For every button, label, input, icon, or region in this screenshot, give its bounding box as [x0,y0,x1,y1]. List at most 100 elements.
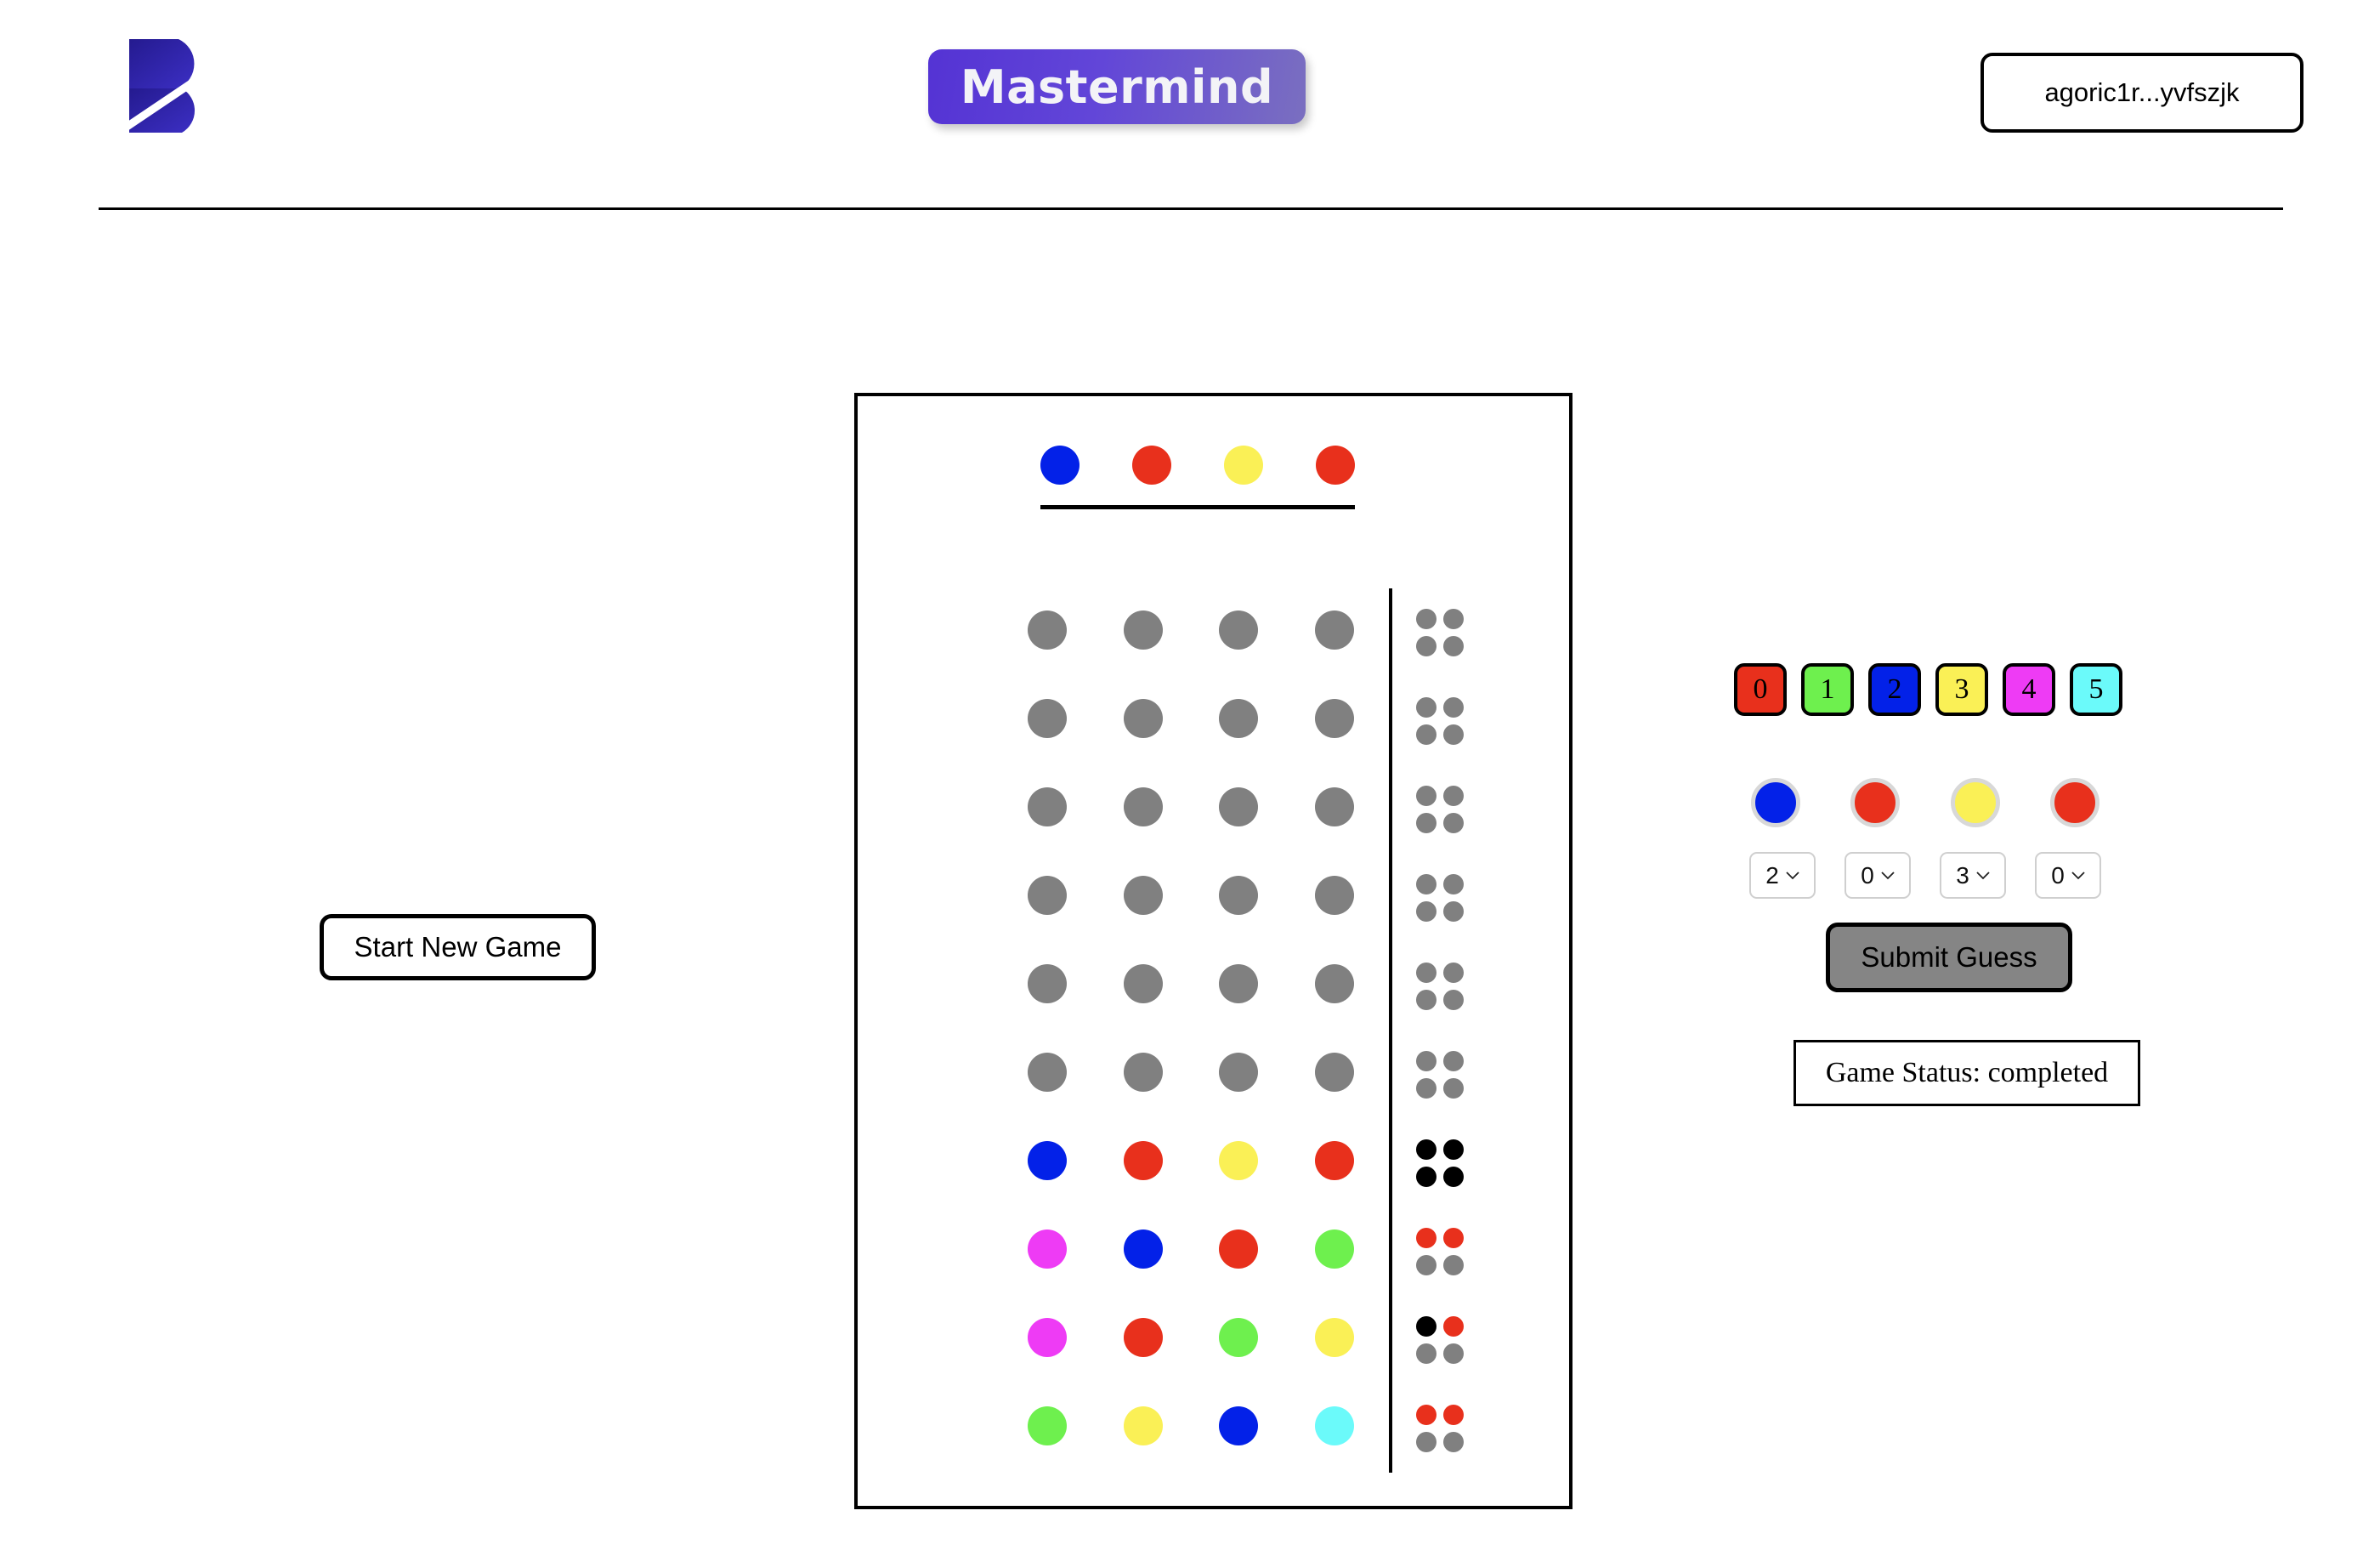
feedback-peg-8-2 [1416,1343,1436,1364]
feedback-peg-4-3 [1443,990,1464,1010]
feedback-peg-1-0 [1416,697,1436,718]
brand-b-logo-icon [126,36,219,136]
feedback-peg-1-2 [1416,724,1436,745]
guess-peg-8-3 [1314,1318,1354,1357]
start-new-game-label: Start New Game [354,931,562,963]
guess-peg-5-3 [1314,1053,1354,1092]
guess-peg-7-0 [1028,1229,1067,1269]
secret-peg-1 [1132,446,1171,485]
color-legend-chip-1[interactable]: 1 [1801,663,1854,716]
guess-peg-3-0 [1028,876,1067,915]
guess-color-select-0[interactable]: 2 [1749,852,1816,899]
guess-row-pegs [1028,699,1354,738]
guess-peg-1-0 [1028,699,1067,738]
guess-color-select-3[interactable]: 0 [2035,852,2101,899]
guess-color-select-value: 0 [1861,861,1874,889]
feedback-pegs [1414,607,1465,658]
color-legend-chip-5[interactable]: 5 [2070,663,2122,716]
start-new-game-button[interactable]: Start New Game [320,914,596,980]
guess-peg-0-1 [1123,610,1163,650]
secret-code-row [1040,443,1355,487]
feedback-peg-3-0 [1416,874,1436,894]
feedback-peg-0-2 [1416,636,1436,656]
guess-peg-7-1 [1123,1229,1163,1269]
guess-peg-3-1 [1123,876,1163,915]
chevron-down-icon [2071,871,2085,879]
feedback-peg-3-2 [1416,901,1436,922]
wallet-address-text: agoric1r...yvfszjk [2044,77,2240,107]
feedback-peg-2-3 [1443,813,1464,833]
guess-peg-4-2 [1219,964,1259,1003]
secret-peg-0 [1040,446,1080,485]
guess-peg-8-2 [1219,1318,1259,1357]
feedback-peg-7-1 [1443,1228,1464,1248]
guess-peg-0-3 [1314,610,1354,650]
feedback-peg-0-1 [1443,609,1464,629]
guess-peg-6-1 [1123,1141,1163,1180]
secret-peg-3 [1316,446,1355,485]
wallet-address-chip[interactable]: agoric1r...yvfszjk [1980,53,2304,133]
guess-row-pegs [1028,1318,1354,1357]
guess-peg-6-2 [1219,1141,1259,1180]
guess-row-pegs [1028,1141,1354,1180]
feedback-peg-9-1 [1443,1405,1464,1425]
guess-peg-9-0 [1028,1406,1067,1445]
guess-row [858,854,1569,942]
guess-peg-1-3 [1314,699,1354,738]
current-guess-peg-2 [1950,778,2000,827]
guess-peg-2-1 [1123,787,1163,826]
guess-peg-7-3 [1314,1229,1354,1269]
current-guess-peg-3 [2049,778,2100,827]
feedback-peg-5-0 [1416,1051,1436,1071]
feedback-pegs [1414,872,1465,923]
current-guess-preview [1751,778,2100,827]
guess-color-select-1[interactable]: 0 [1844,852,1911,899]
guess-peg-0-0 [1028,610,1067,650]
guess-peg-5-1 [1123,1053,1163,1092]
color-legend-chip-4[interactable]: 4 [2003,663,2055,716]
guess-peg-8-0 [1028,1318,1067,1357]
guess-peg-9-1 [1123,1406,1163,1445]
feedback-pegs [1414,1315,1465,1366]
feedback-peg-4-1 [1443,963,1464,983]
chevron-down-icon [1881,871,1895,879]
color-legend-chip-3[interactable]: 3 [1935,663,1988,716]
guess-peg-1-1 [1123,699,1163,738]
guess-row [858,765,1569,854]
guess-peg-4-1 [1123,964,1163,1003]
guess-peg-2-0 [1028,787,1067,826]
secret-code-underline [1040,505,1355,509]
feedback-peg-7-2 [1416,1255,1436,1275]
feedback-peg-2-2 [1416,813,1436,833]
guess-peg-2-3 [1314,787,1354,826]
guess-peg-3-3 [1314,876,1354,915]
feedback-peg-8-1 [1443,1316,1464,1337]
guess-peg-3-2 [1219,876,1259,915]
feedback-peg-4-0 [1416,963,1436,983]
feedback-peg-1-3 [1443,724,1464,745]
game-status-text: Game Status: completed [1825,1057,2109,1088]
app-header: Mastermind agoric1r...yvfszjk [0,0,2380,210]
feedback-peg-4-2 [1416,990,1436,1010]
feedback-peg-2-0 [1416,786,1436,806]
feedback-peg-1-1 [1443,697,1464,718]
guess-row-pegs [1028,964,1354,1003]
feedback-peg-3-3 [1443,901,1464,922]
color-legend: 012345 [1734,663,2122,716]
guess-peg-5-2 [1219,1053,1259,1092]
feedback-pegs [1414,1049,1465,1100]
color-legend-chip-0[interactable]: 0 [1734,663,1787,716]
guess-row [858,1207,1569,1296]
guess-color-select-2[interactable]: 3 [1940,852,2006,899]
current-guess-peg-1 [1850,778,1901,827]
submit-guess-label: Submit Guess [1861,941,2037,973]
guess-row [858,1296,1569,1384]
submit-guess-button[interactable]: Submit Guess [1826,923,2072,992]
guess-peg-7-2 [1219,1229,1259,1269]
guess-peg-0-2 [1219,610,1259,650]
guess-peg-8-1 [1123,1318,1163,1357]
color-legend-chip-2[interactable]: 2 [1868,663,1921,716]
guess-row [858,1031,1569,1119]
guess-peg-4-3 [1314,964,1354,1003]
feedback-peg-6-1 [1443,1139,1464,1160]
